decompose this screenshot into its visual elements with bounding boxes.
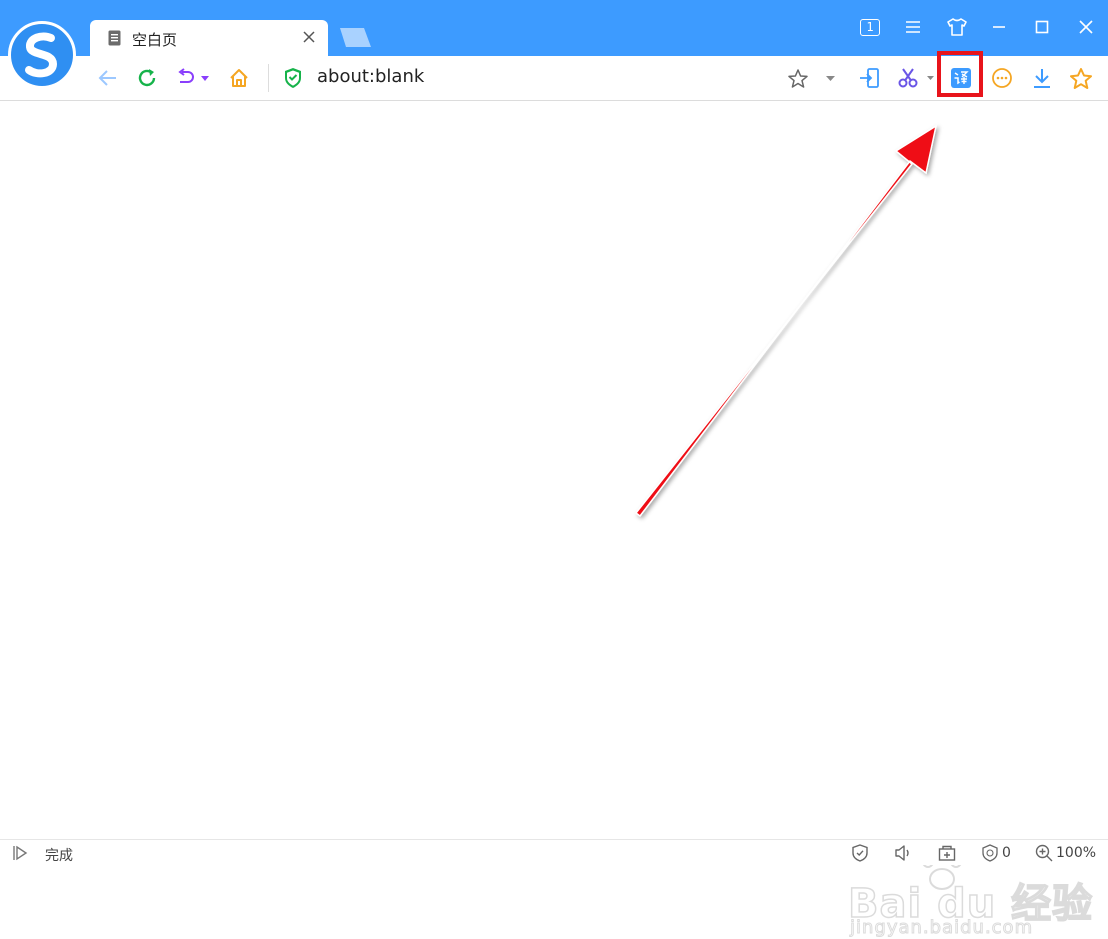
home-icon (230, 69, 248, 87)
back-arrow-icon (98, 70, 116, 86)
more-extensions-button[interactable] (988, 64, 1016, 92)
back-button[interactable] (94, 64, 122, 92)
skin-button[interactable] (944, 14, 970, 40)
undo-close-button[interactable] (173, 64, 201, 92)
status-bar: 完成 0 100% (0, 839, 1108, 865)
address-bar[interactable]: about:blank (317, 66, 424, 87)
tab-count-button[interactable]: 1 (857, 14, 883, 40)
minimize-icon (993, 26, 1005, 28)
ad-block-count: 0 (1002, 845, 1011, 861)
download-icon (1034, 69, 1050, 88)
screenshot-dropdown-button[interactable] (924, 64, 936, 92)
document-icon (108, 30, 121, 46)
tab-title: 空白页 (132, 31, 178, 49)
sogou-logo-icon (25, 32, 58, 78)
navigation-toolbar: about:blank (0, 51, 1108, 101)
status-text: 完成 (45, 848, 73, 864)
security-status-button[interactable] (850, 844, 870, 862)
mute-button[interactable] (893, 844, 913, 862)
translate-highlight-box (937, 51, 983, 97)
ad-block-button[interactable] (980, 844, 1000, 862)
maximize-icon (1035, 20, 1049, 34)
play-bar-icon (13, 845, 28, 861)
caret-down-icon (201, 75, 209, 81)
box-plus-icon (938, 845, 956, 861)
undo-dropdown-button[interactable] (198, 64, 212, 92)
browser-logo (8, 21, 76, 89)
close-window-button[interactable] (1073, 14, 1099, 40)
zoom-in-icon (1035, 844, 1053, 862)
send-to-phone-button[interactable] (856, 64, 884, 92)
extensions-status-button[interactable] (937, 844, 957, 862)
undo-icon (178, 68, 194, 83)
star-outline-icon (788, 68, 808, 88)
bookmark-dropdown-button[interactable] (822, 64, 838, 92)
page-content: Bai du 经验 jingyan.baidu.com (0, 101, 1108, 939)
phone-sync-icon (860, 68, 879, 88)
zoom-level: 100% (1056, 845, 1097, 861)
hamburger-icon (906, 21, 920, 33)
bookmark-button[interactable] (784, 64, 812, 92)
zoom-button[interactable] (1034, 844, 1054, 862)
tab-count-label: 1 (860, 18, 880, 36)
more-circle-icon (992, 68, 1012, 88)
refresh-icon (138, 69, 156, 87)
close-tab-icon[interactable] (300, 28, 318, 46)
ad-block-icon (982, 844, 998, 862)
new-tab-button[interactable] (338, 26, 372, 48)
menu-button[interactable] (900, 14, 926, 40)
close-icon (1079, 20, 1093, 34)
screenshot-button[interactable] (894, 64, 922, 92)
sidebar-toggle-button[interactable] (10, 844, 30, 862)
star-icon (1070, 67, 1092, 89)
favorites-button[interactable] (1067, 64, 1095, 92)
caret-down-icon (926, 76, 934, 80)
security-button[interactable] (279, 64, 307, 92)
shield-check-icon (285, 68, 301, 88)
caret-down-icon (825, 75, 835, 81)
speaker-icon (895, 845, 909, 861)
title-bar: 空白页 1 (0, 0, 1108, 56)
scissors-icon (898, 68, 918, 88)
refresh-button[interactable] (133, 64, 161, 92)
tab-active[interactable]: 空白页 (90, 20, 328, 56)
tshirt-icon (947, 18, 967, 36)
annotation-arrow (634, 124, 938, 518)
maximize-button[interactable] (1029, 14, 1055, 40)
download-button[interactable] (1028, 64, 1056, 92)
minimize-button[interactable] (986, 14, 1012, 40)
watermark-url: jingyan.baidu.com (849, 917, 1034, 939)
home-button[interactable] (225, 64, 253, 92)
toolbar-divider (268, 64, 269, 92)
shield-icon (852, 844, 868, 862)
